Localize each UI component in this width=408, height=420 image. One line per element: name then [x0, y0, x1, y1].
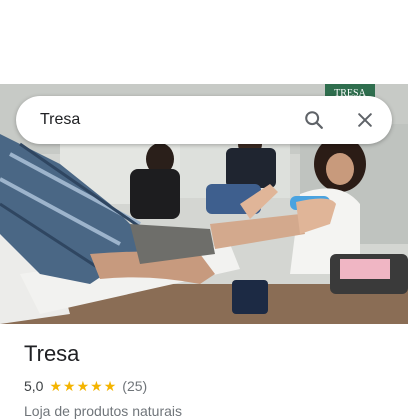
search-bar[interactable]: Tresa — [16, 96, 392, 144]
rating-value: 5,0 — [24, 378, 44, 394]
place-title[interactable]: Tresa — [24, 340, 394, 368]
rating-row[interactable]: 5,0 ★ ★ ★ ★ ★ (25) — [24, 376, 394, 396]
place-info-panel: Tresa 5,0 ★ ★ ★ ★ ★ (25) Loja de produto… — [24, 340, 394, 420]
star-icon: ★ — [90, 378, 103, 394]
place-category: Loja de produtos naturais — [24, 403, 182, 419]
star-icon: ★ — [63, 378, 76, 394]
close-button[interactable] — [347, 102, 383, 138]
star-icon: ★ — [49, 378, 63, 394]
close-icon — [358, 113, 372, 127]
rating-stars: ★ ★ ★ ★ ★ — [49, 379, 116, 393]
search-input[interactable]: Tresa — [40, 96, 80, 144]
review-count[interactable]: (25) — [122, 378, 147, 394]
search-icon — [305, 111, 323, 129]
search-button[interactable] — [296, 102, 332, 138]
star-icon: ★ — [76, 378, 90, 394]
star-icon: ★ — [103, 378, 117, 394]
